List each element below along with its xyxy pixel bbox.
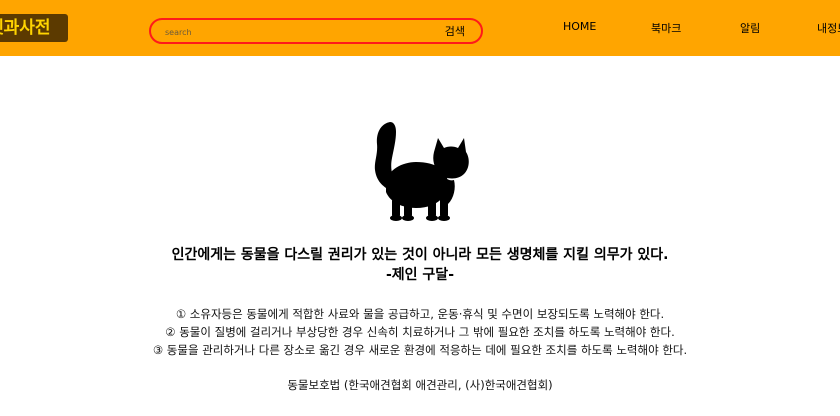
- quote-text: 인간에게는 동물을 다스릴 권리가 있는 것이 아니라 모든 생명체를 지킬 의…: [171, 247, 669, 263]
- site-logo[interactable]: 펫과사전: [0, 14, 68, 42]
- quote-headline: 인간에게는 동물을 다스릴 권리가 있는 것이 아니라 모든 생명체를 지킬 의…: [0, 245, 840, 285]
- rule-item: ② 동물이 질병에 걸리거나 부상당한 경우 신속히 치료하거나 그 밖에 필요…: [165, 325, 675, 339]
- nav-bookmark[interactable]: 북마크: [651, 20, 681, 36]
- rule-item: ③ 동물을 관리하거나 다른 장소로 옮긴 경우 새로운 환경에 적응하는 데에…: [152, 343, 688, 357]
- quote-author: -제인 구달-: [385, 267, 454, 283]
- source-citation: 동물보호법 (한국애견협회 애견관리, (사)한국애견협회): [287, 378, 553, 392]
- animal-care-rules: ① 소유자등은 동물에게 적합한 사료와 물을 공급하고, 운동·휴식 및 수면…: [0, 305, 840, 359]
- rule-item: ① 소유자등은 동물에게 적합한 사료와 물을 공급하고, 운동·휴식 및 수면…: [175, 307, 665, 321]
- search-button[interactable]: 검색: [445, 23, 465, 41]
- nav-home[interactable]: HOME: [563, 20, 596, 33]
- nav-my-info[interactable]: 내정보: [817, 20, 840, 36]
- nav-notifications[interactable]: 알림: [740, 20, 760, 36]
- cat-silhouette-icon: [368, 118, 472, 224]
- search-input[interactable]: [165, 24, 425, 40]
- search-bar: 검색: [149, 18, 483, 44]
- top-header: 펫과사전 검색 HOME 북마크 알림 내정보: [0, 0, 840, 56]
